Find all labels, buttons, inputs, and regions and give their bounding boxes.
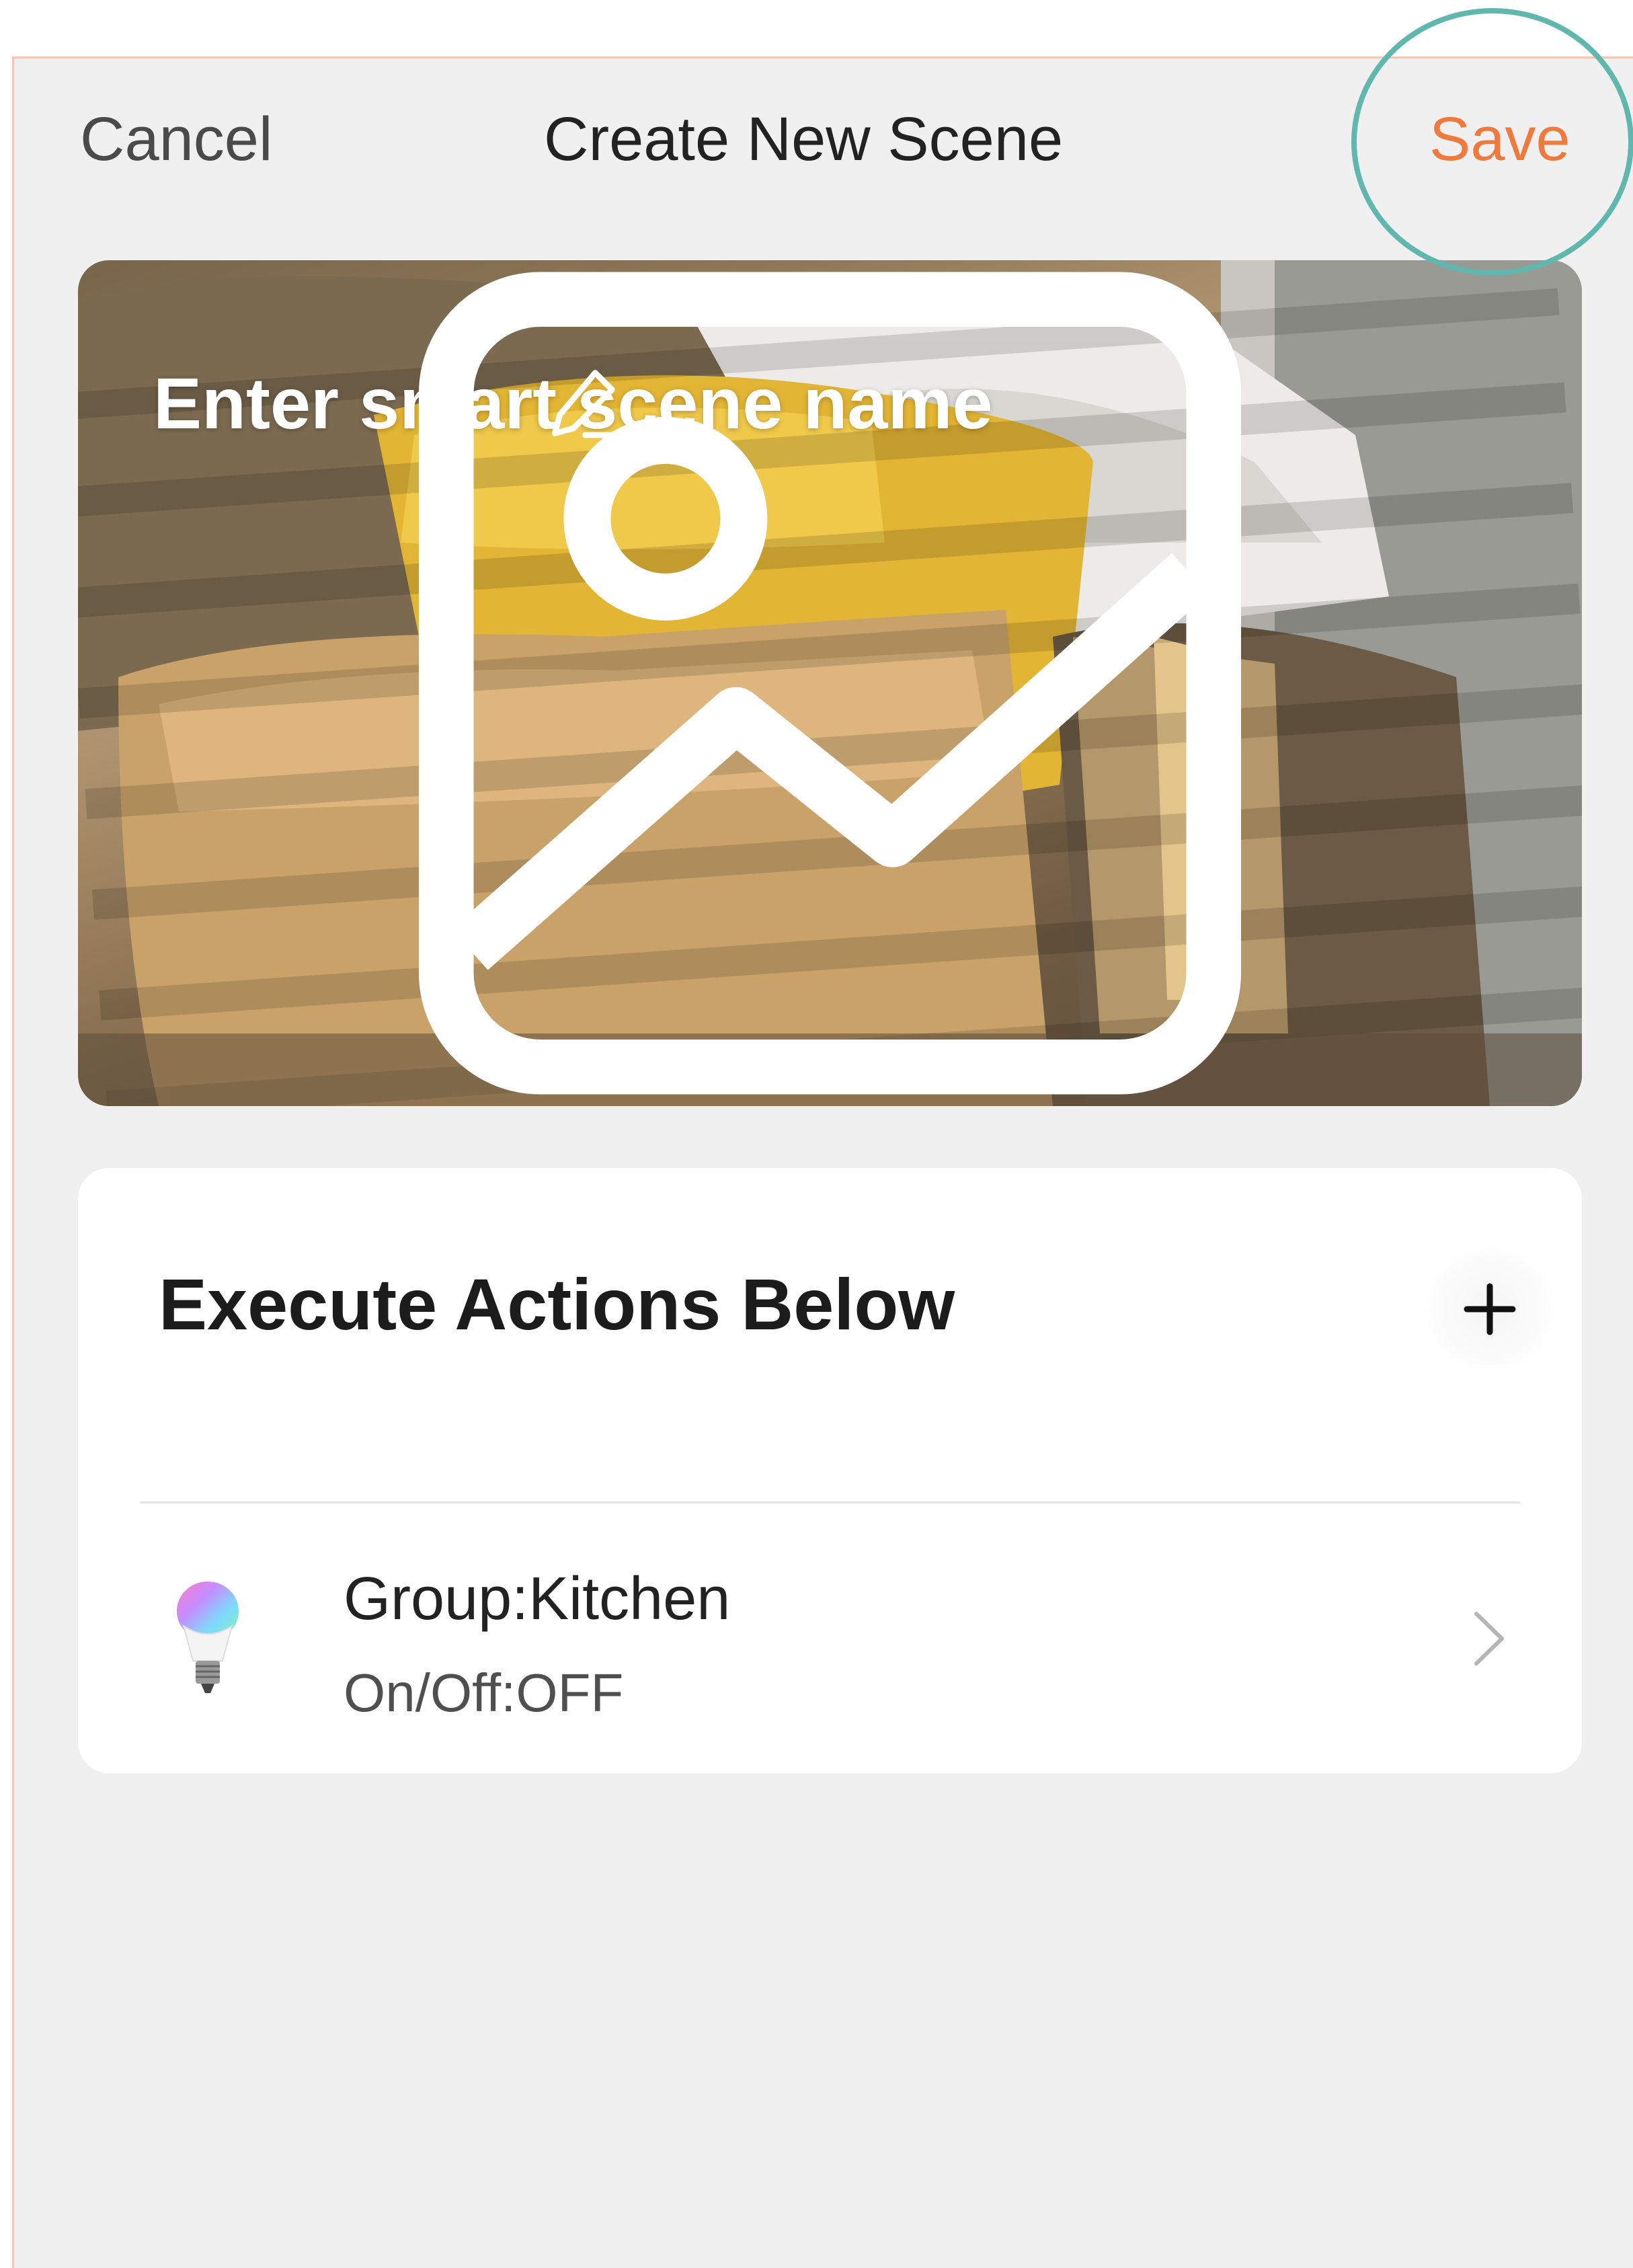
action-item-group-kitchen[interactable]: Group:Kitchen On/Off:OFF bbox=[78, 1504, 1582, 1773]
scene-cover-image: Enter smart scene name bbox=[78, 260, 1582, 1106]
change-cover-image-icon[interactable] bbox=[78, 260, 1582, 1106]
create-scene-screen: Cancel Create New Scene Save Enter smart… bbox=[12, 56, 1633, 2268]
actions-card: Execute Actions Below Group:Kitchen On/O… bbox=[78, 1168, 1582, 1773]
action-item-subtitle: On/Off:OFF bbox=[344, 1663, 624, 1723]
cancel-button[interactable]: Cancel bbox=[80, 104, 272, 175]
divider bbox=[140, 1501, 1520, 1503]
plus-icon bbox=[1464, 1283, 1516, 1335]
page-title: Create New Scene bbox=[544, 105, 1064, 173]
add-action-button[interactable] bbox=[1423, 1245, 1557, 1373]
navigation-bar: Cancel Create New Scene Save bbox=[14, 58, 1633, 260]
save-button[interactable]: Save bbox=[1429, 104, 1570, 175]
chevron-right-icon bbox=[1474, 1612, 1504, 1666]
actions-header: Execute Actions Below bbox=[159, 1263, 955, 1345]
color-bulb-icon bbox=[177, 1581, 239, 1693]
action-item-title: Group:Kitchen bbox=[344, 1565, 731, 1633]
